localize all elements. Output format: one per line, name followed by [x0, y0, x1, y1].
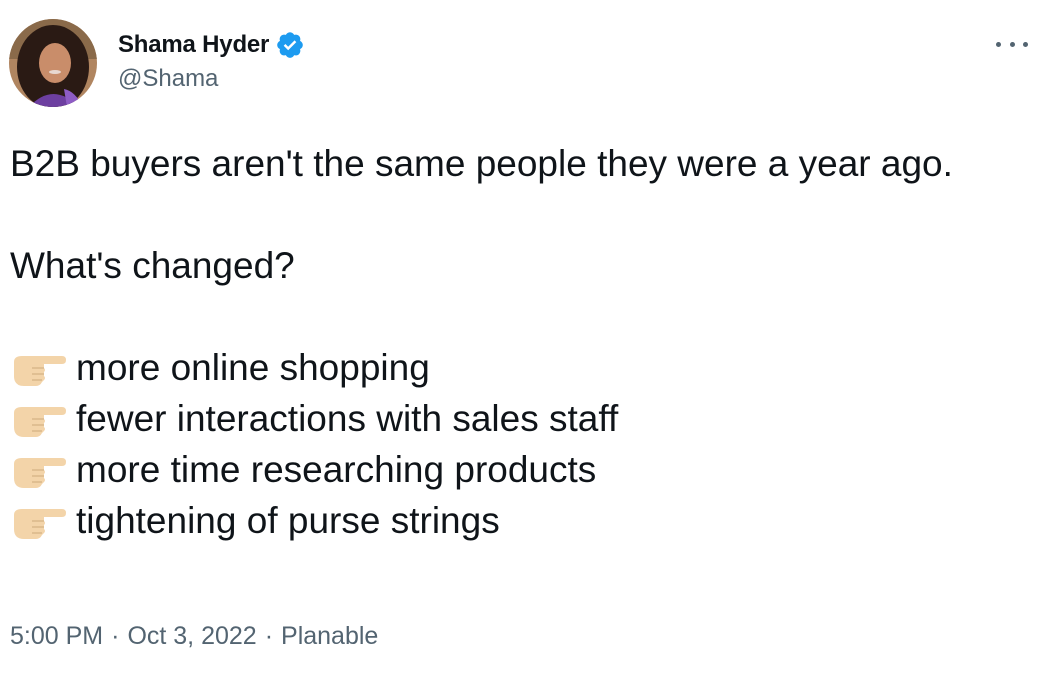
timestamp-date[interactable]: Oct 3, 2022 — [127, 622, 256, 651]
list-item: tightening of purse strings — [10, 495, 1000, 546]
bullet-text: more online shopping — [76, 347, 430, 388]
timestamp-time[interactable]: 5:00 PM — [10, 622, 103, 651]
pointing-right-hand-icon — [14, 355, 66, 386]
bullet-text: fewer interactions with sales staff — [76, 398, 619, 439]
list-item: more online shopping — [10, 342, 1000, 393]
name-row: Shama Hyder — [118, 30, 305, 60]
profile-photo-icon — [9, 19, 97, 107]
author-block: Shama Hyder @Shama — [118, 30, 305, 93]
list-item: fewer interactions with sales staff — [10, 393, 1000, 444]
tweet-card: Shama Hyder @Shama B2B buyers aren't the… — [0, 0, 1044, 682]
tweet-meta: 5:00 PM · Oct 3, 2022 · Planable — [10, 622, 378, 651]
tweet-text: B2B buyers aren't the same people they w… — [10, 138, 1000, 546]
list-item: more time researching products — [10, 444, 1000, 495]
avatar[interactable] — [9, 19, 97, 107]
pointing-right-hand-icon — [14, 508, 66, 539]
bullet-text: more time researching products — [76, 449, 597, 490]
separator: · — [264, 622, 274, 650]
tweet-line-1: B2B buyers aren't the same people they w… — [10, 143, 953, 184]
source-link[interactable]: Planable — [281, 622, 378, 651]
verified-badge-icon — [275, 30, 305, 60]
display-name[interactable]: Shama Hyder — [118, 31, 269, 59]
more-options-icon[interactable] — [996, 34, 1028, 54]
tweet-line-2: What's changed? — [10, 245, 295, 286]
bullet-text: tightening of purse strings — [76, 500, 500, 541]
pointing-right-hand-icon — [14, 457, 66, 488]
handle[interactable]: @Shama — [118, 65, 305, 93]
pointing-right-hand-icon — [14, 406, 66, 437]
separator: · — [111, 622, 120, 650]
